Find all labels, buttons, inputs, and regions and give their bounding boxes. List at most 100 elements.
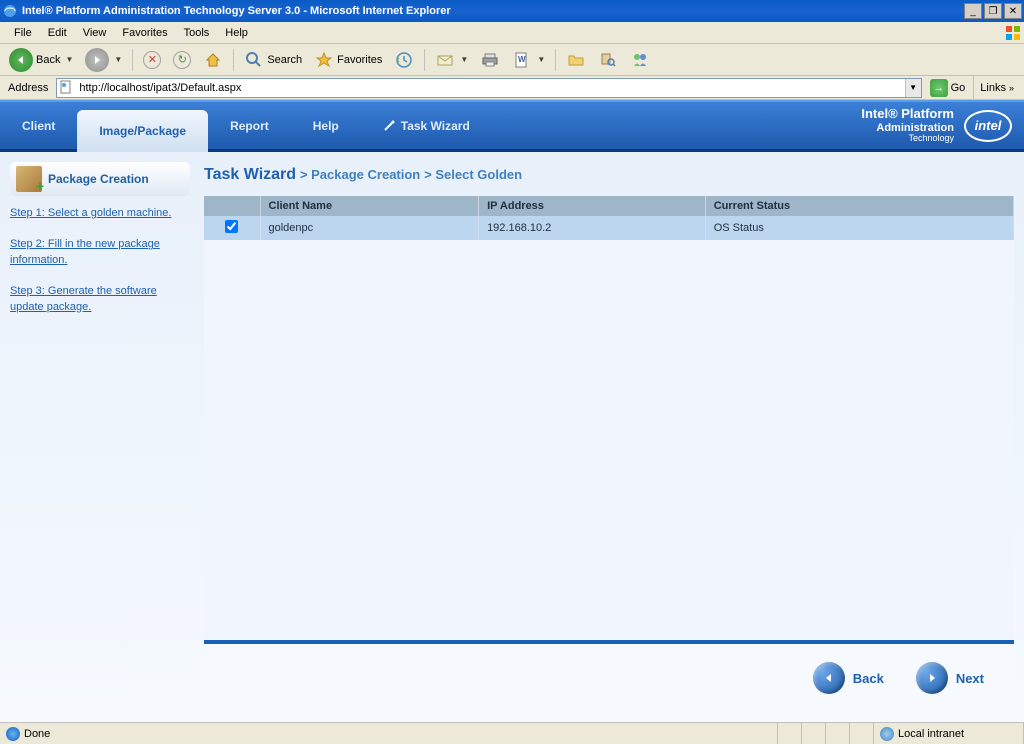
table-row[interactable]: goldenpc 192.168.10.2 OS Status	[204, 216, 1014, 240]
back-button[interactable]: Back ▼	[4, 47, 78, 73]
tab-task-wizard[interactable]: Task Wizard	[361, 102, 492, 149]
svg-text:W: W	[518, 55, 526, 64]
search-button[interactable]: Search	[239, 47, 307, 73]
brand-line3: Technology	[861, 134, 954, 144]
tab-task-wizard-label: Task Wizard	[401, 119, 470, 133]
sidebar: Package Creation Step 1: Select a golden…	[0, 152, 200, 722]
address-label: Address	[4, 82, 52, 94]
star-icon	[314, 50, 334, 70]
messenger-button[interactable]	[625, 47, 655, 73]
wand-icon	[383, 120, 395, 132]
history-icon	[394, 50, 414, 70]
separator	[424, 49, 425, 71]
breadcrumb-part-2: Select Golden	[435, 167, 522, 182]
app-header: Client Image/Package Report Help Task Wi…	[0, 100, 1024, 152]
intranet-icon	[880, 727, 894, 741]
maximize-button[interactable]: ❐	[984, 3, 1002, 19]
folder-icon	[566, 50, 586, 70]
toolbar: Back ▼ ▼ ✕ ↻ Search Favorites ▼ W▼	[0, 44, 1024, 76]
separator	[555, 49, 556, 71]
status-pane	[778, 723, 802, 744]
refresh-button[interactable]: ↻	[168, 47, 196, 73]
favorites-label: Favorites	[337, 54, 382, 66]
menu-favorites[interactable]: Favorites	[114, 25, 175, 41]
status-pane	[802, 723, 826, 744]
content-spacer	[204, 240, 1014, 640]
nav-buttons: Back Next	[204, 644, 1014, 712]
home-button[interactable]	[198, 47, 228, 73]
cell-client-name: goldenpc	[260, 216, 479, 240]
go-label: Go	[951, 82, 966, 94]
sidebar-step-1[interactable]: Step 1: Select a golden machine.	[10, 206, 190, 221]
back-wizard-button[interactable]: Back	[813, 662, 884, 694]
mail-button[interactable]: ▼	[430, 47, 473, 73]
close-button[interactable]: ✕	[1004, 3, 1022, 19]
menu-edit[interactable]: Edit	[40, 25, 75, 41]
col-ip-address[interactable]: IP Address	[479, 196, 706, 216]
status-text: Done	[24, 728, 50, 740]
minimize-button[interactable]: _	[964, 3, 982, 19]
stop-button[interactable]: ✕	[138, 47, 166, 73]
col-checkbox[interactable]	[204, 196, 260, 216]
edit-button[interactable]: W▼	[507, 47, 550, 73]
go-button[interactable]: → Go	[926, 79, 970, 97]
zone-text: Local intranet	[898, 728, 964, 740]
next-wizard-label: Next	[956, 671, 984, 686]
print-icon	[480, 50, 500, 70]
links-chevron-icon: »	[1009, 83, 1014, 93]
address-bar: Address ▼ → Go Links »	[0, 76, 1024, 100]
links-button[interactable]: Links »	[973, 76, 1020, 99]
discuss-button[interactable]	[561, 47, 591, 73]
messenger-icon	[630, 50, 650, 70]
mail-dropdown-icon[interactable]: ▼	[460, 55, 468, 64]
edit-dropdown-icon[interactable]: ▼	[537, 55, 545, 64]
tab-client[interactable]: Client	[0, 102, 77, 149]
forward-dropdown-icon[interactable]: ▼	[114, 55, 122, 64]
address-dropdown-icon[interactable]: ▼	[905, 79, 921, 97]
tab-report[interactable]: Report	[208, 102, 291, 149]
go-arrow-icon: →	[930, 79, 948, 97]
brand-line2: Administration	[861, 122, 954, 134]
brand-line1: Intel® Platform	[861, 107, 954, 121]
status-pane	[850, 723, 874, 744]
back-dropdown-icon[interactable]: ▼	[65, 55, 73, 64]
menu-help[interactable]: Help	[217, 25, 256, 41]
back-label: Back	[36, 54, 60, 66]
menubar: File Edit View Favorites Tools Help	[0, 22, 1024, 44]
app-body: Package Creation Step 1: Select a golden…	[0, 152, 1024, 722]
forward-arrow-icon	[85, 48, 109, 72]
tab-help[interactable]: Help	[291, 102, 361, 149]
research-button[interactable]	[593, 47, 623, 73]
sidebar-title-label: Package Creation	[48, 172, 149, 186]
next-wizard-button[interactable]: Next	[916, 662, 984, 694]
page-icon	[59, 80, 75, 96]
breadcrumb-sep: >	[300, 167, 311, 182]
menu-tools[interactable]: Tools	[176, 25, 218, 41]
menu-view[interactable]: View	[75, 25, 115, 41]
favorites-button[interactable]: Favorites	[309, 47, 387, 73]
address-combo[interactable]: ▼	[56, 78, 921, 98]
ie-icon	[2, 3, 18, 19]
menu-file[interactable]: File	[6, 25, 40, 41]
package-box-icon	[16, 166, 42, 192]
sidebar-title: Package Creation	[10, 162, 190, 196]
forward-button[interactable]: ▼	[80, 47, 127, 73]
research-icon	[598, 50, 618, 70]
refresh-icon: ↻	[173, 51, 191, 69]
sidebar-step-3[interactable]: Step 3: Generate the software update pac…	[10, 284, 190, 315]
col-current-status[interactable]: Current Status	[705, 196, 1013, 216]
print-button[interactable]	[475, 47, 505, 73]
back-wizard-label: Back	[853, 671, 884, 686]
row-checkbox[interactable]	[225, 220, 238, 233]
history-button[interactable]	[389, 47, 419, 73]
security-zone: Local intranet	[874, 723, 1024, 744]
col-client-name[interactable]: Client Name	[260, 196, 479, 216]
content: Task Wizard > Package Creation > Select …	[200, 152, 1024, 722]
sidebar-step-2[interactable]: Step 2: Fill in the new package informat…	[10, 237, 190, 268]
breadcrumb-main: Task Wizard	[204, 166, 296, 183]
back-arrow-icon	[9, 48, 33, 72]
app-tabs: Client Image/Package Report Help Task Wi…	[0, 102, 492, 149]
search-label: Search	[267, 54, 302, 66]
address-input[interactable]	[77, 82, 904, 94]
tab-image-package[interactable]: Image/Package	[77, 110, 208, 152]
